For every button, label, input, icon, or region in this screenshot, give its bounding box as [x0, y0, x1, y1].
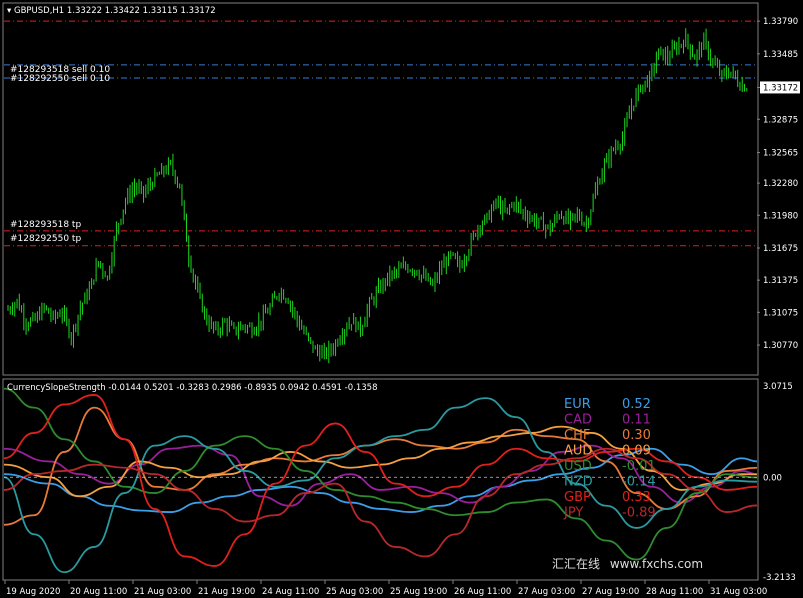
time-tick-label: 24 Aug 11:00 [262, 587, 319, 597]
price-tick-label: 1.31075 [763, 308, 798, 318]
order-label-2[interactable]: #128292550 sell 0.10 [10, 74, 110, 84]
symbol-label: GBPUSD,H1 [13, 6, 65, 16]
price-tick-label: 1.32280 [763, 179, 798, 189]
indicator-tick-label: 3.0715 [763, 382, 793, 392]
time-tick-label: 26 Aug 11:00 [454, 587, 511, 597]
time-tick-label: 20 Aug 11:00 [70, 587, 127, 597]
chart-header: ▾ GBPUSD,H1 1.33222 1.33422 1.33115 1.33… [7, 6, 216, 16]
dropdown-arrow-icon[interactable]: ▾ [7, 6, 11, 16]
legend-value: 0.09 [622, 444, 651, 459]
price-tick-label: 1.31375 [763, 276, 798, 286]
price-tick-label: 1.30770 [763, 341, 798, 351]
legend-currency: EUR [564, 397, 591, 412]
price-tick-label: 1.33485 [763, 50, 798, 60]
legend-value: -0.01 [622, 459, 656, 474]
time-tick-label: 27 Aug 19:00 [582, 587, 639, 597]
price-tick-label: 1.31675 [763, 244, 798, 254]
time-tick-label: 25 Aug 03:00 [326, 587, 383, 597]
ohlc-values: 1.33222 1.33422 1.33115 1.33172 [66, 6, 216, 16]
legend-currency: USD [564, 459, 592, 474]
legend-value: -0.14 [622, 475, 656, 490]
legend-value: 0.30 [622, 428, 651, 443]
legend-currency: JPY [563, 506, 583, 521]
legend-currency: NZD [564, 475, 593, 490]
price-tick-label: 1.32565 [763, 149, 798, 159]
legend-value: 0.33 [622, 490, 651, 505]
watermark-cn: 汇汇在线 [552, 557, 601, 571]
price-tick-label: 1.32875 [763, 115, 798, 125]
indicator-tick-label: -3.2133 [763, 573, 796, 583]
time-tick-label: 28 Aug 11:00 [646, 587, 703, 597]
legend-value: -0.89 [622, 506, 656, 521]
indicator-name: CurrencySlopeStrength [7, 383, 106, 393]
price-tick-label: 1.31980 [763, 211, 798, 221]
watermark: 汇汇在线 www.fxchs.com [552, 555, 703, 572]
legend-currency: CHF [564, 428, 590, 443]
indicator-title: CurrencySlopeStrength -0.0144 0.5201 -0.… [7, 383, 377, 393]
order-tp-label-1[interactable]: #128293518 tp [10, 220, 81, 230]
time-tick-label: 21 Aug 19:00 [198, 587, 255, 597]
indicator-tick-label: 0.00 [763, 473, 782, 483]
mt4-chart-window[interactable]: 1.33790 1.33485 1.33172 1.32875 1.32565 1.322… [0, 0, 803, 598]
order-tp-label-2[interactable]: #128292550 tp [10, 234, 81, 244]
price-tick-label: 1.33790 [763, 17, 798, 27]
indicator-values: -0.0144 0.5201 -0.3283 0.2986 -0.8935 0.… [108, 383, 378, 393]
time-tick-label: 25 Aug 19:00 [390, 587, 447, 597]
time-tick-label: 21 Aug 03:00 [134, 587, 191, 597]
watermark-url: www.fxchs.com [609, 557, 704, 571]
time-tick-label: 27 Aug 03:00 [518, 587, 575, 597]
time-tick-label: 19 Aug 2020 [6, 587, 60, 597]
time-tick-label: 31 Aug 03:00 [710, 587, 767, 597]
legend-currency: AUD [564, 444, 592, 459]
legend-currency: CAD [564, 413, 592, 428]
legend-value: 0.52 [622, 397, 651, 412]
legend-value: 0.11 [622, 413, 651, 428]
price-tick-label: 1.33172 [763, 83, 798, 93]
legend-currency: GBP [564, 490, 591, 505]
